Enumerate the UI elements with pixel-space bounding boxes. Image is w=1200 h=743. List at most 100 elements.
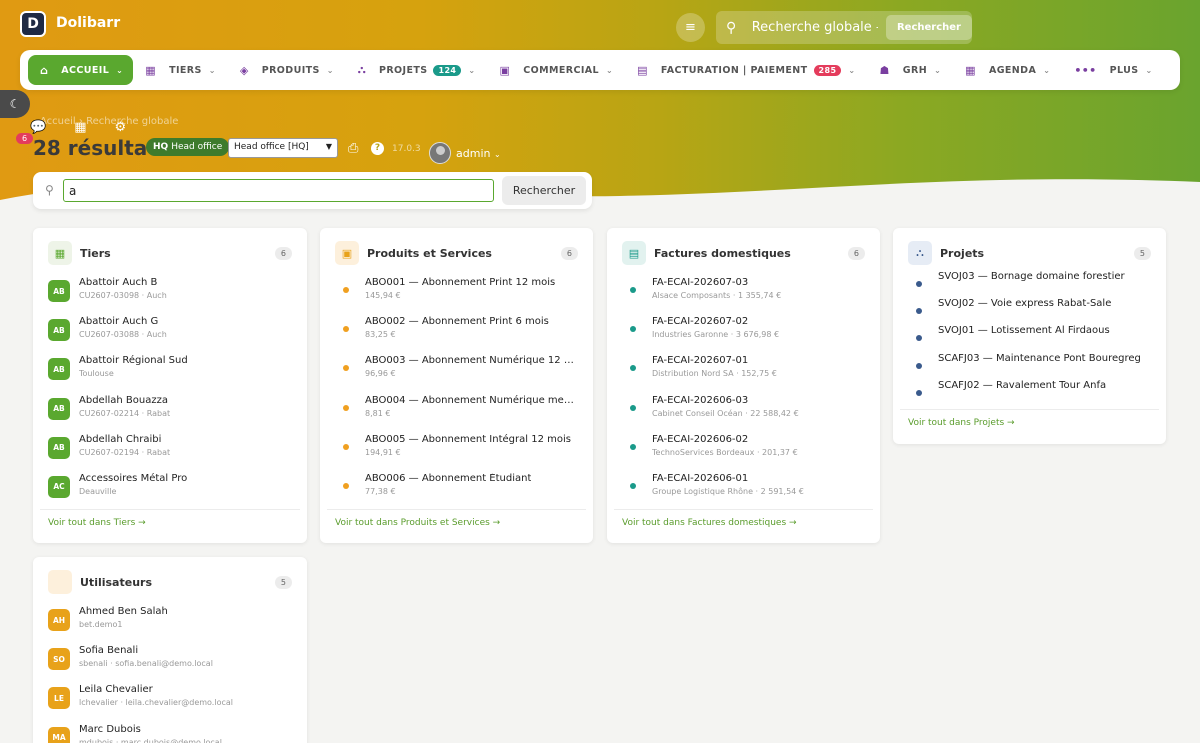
item-title[interactable]: ABO004 — Abonnement Numérique mens... [365,395,578,406]
app-logo[interactable]: D [20,11,46,37]
search-input[interactable] [63,179,494,202]
printer-icon[interactable]: ⎙ [348,141,358,156]
item-title[interactable]: Sofia Benali [79,645,213,656]
list-item[interactable]: AB Abattoir Auch B CU2607-03098 · Auch [48,277,292,316]
card-header: ⛬ Projets 5 [908,241,1151,265]
divider [900,409,1159,410]
see-all-link[interactable]: Voir tout dans Projets → [908,418,1015,428]
item-title[interactable]: ABO006 — Abonnement Étudiant [365,473,531,484]
item-title[interactable]: Abattoir Auch B [79,277,167,288]
dark-mode-toggle[interactable]: ☾ [0,90,30,118]
user-avatar[interactable] [429,142,451,164]
card-projets: ⛬ Projets 5 SVOJ03 — Bornage domaine for… [893,228,1166,444]
list-item[interactable]: AB Abattoir Régional Sud Toulouse [48,355,292,394]
list-item[interactable]: LE Leila Chevalier lchevalier · leila.chev… [48,684,292,723]
nav-item-accueil[interactable]: ⌂ ACCUEIL ⌄ [28,55,134,85]
list-item[interactable]: AC Accessoires Métal Pro Deauville [48,473,292,512]
nav-item-produits[interactable]: ◈ PRODUITS ⌄ [228,55,346,85]
see-all-link[interactable]: Voir tout dans Tiers → [48,518,146,528]
list-item[interactable]: SVOJ02 — Voie express Rabat-Sale [908,298,1151,325]
list-item[interactable]: ABO001 — Abonnement Print 12 mois 145,94 … [335,277,578,316]
item-title[interactable]: ABO003 — Abonnement Numérique 12 m... [365,355,578,366]
list-item[interactable]: AB Abattoir Auch G CU2607-03088 · Auch [48,316,292,355]
list-item[interactable]: FA-ECAI-202607-01 Distribution Nord SA · … [622,355,865,394]
list-item[interactable]: FA-ECAI-202607-02 Industries Garonne · 3 … [622,316,865,355]
list-item[interactable]: SVOJ01 — Lotissement Al Firdaous [908,325,1151,352]
search-button[interactable]: Rechercher [502,176,586,205]
item-title[interactable]: Abdellah Bouazza [79,395,170,406]
item-text: FA-ECAI-202606-02 TechnoServices Bordeaux… [652,434,798,457]
item-subtitle: 96,96 € [365,369,396,379]
status-dot [343,482,349,489]
status-dot [916,362,922,369]
nav-item-tiers[interactable]: ▦ TIERS ⌄ [133,55,228,85]
list-item[interactable]: ABO006 — Abonnement Étudiant 77,38 € [335,473,578,512]
gear-icon[interactable]: ⚙ [114,120,126,135]
user-menu[interactable]: admin ⌄ [456,147,501,160]
global-search-input[interactable]: Recherche globale — c [752,20,878,35]
item-title[interactable]: ABO002 — Abonnement Print 6 mois [365,316,549,327]
item-title[interactable]: FA-ECAI-202607-02 [652,316,779,327]
nav-item-commercial[interactable]: ▣ COMMERCIAL ⌄ [488,55,626,85]
list-item[interactable]: ABO003 — Abonnement Numérique 12 m... 96,… [335,355,578,394]
global-search-button[interactable]: Rechercher [885,15,972,40]
see-all-link[interactable]: Voir tout dans Factures domestiques → [622,518,797,528]
app-name[interactable]: Dolibarr [56,15,120,31]
list-item[interactable]: FA-ECAI-202606-02 TechnoServices Bordeaux… [622,434,865,473]
notification-badge[interactable]: 6 [16,133,34,144]
list-item[interactable]: SCAFJ03 — Maintenance Pont Bouregreg [908,353,1151,380]
item-title[interactable]: SVOJ03 — Bornage domaine forestier [938,271,1125,282]
item-title[interactable]: Leila Chevalier [79,684,233,695]
list-item[interactable]: FA-ECAI-202606-03 Cabinet Conseil Océan ·… [622,395,865,434]
item-title[interactable]: SCAFJ03 — Maintenance Pont Bouregreg [938,353,1141,364]
item-title[interactable]: SCAFJ02 — Ravalement Tour Anfa [938,380,1106,391]
card-utilisateurs: Utilisateurs 5 AH Ahmed Ben Salah bet.demo… [33,557,307,743]
list-item[interactable]: ABO002 — Abonnement Print 6 mois 83,25 € [335,316,578,355]
item-title[interactable]: Abattoir Auch G [79,316,167,327]
item-title[interactable]: Marc Dubois [79,724,222,735]
list-item[interactable]: AB Abdellah Bouazza CU2607-02214 · Rabat [48,395,292,434]
help-icon[interactable]: ? [371,142,384,155]
chat-icon[interactable]: 💬 [30,120,46,135]
entity-select[interactable]: Head office [HQ] ▼ [228,138,338,158]
see-all-label: Voir tout dans Produits et Services [335,518,490,528]
global-search[interactable]: ⚲ Recherche globale — c Rechercher [716,11,972,44]
nav-item-grh[interactable]: ☗ GRH ⌄ [868,55,954,85]
calendar-icon: ▦ [965,63,976,77]
list-item[interactable]: MA Marc Dubois mdubois · marc.dubois@demo.… [48,724,292,743]
item-title[interactable]: FA-ECAI-202607-03 [652,277,781,288]
item-title[interactable]: SVOJ01 — Lotissement Al Firdaous [938,325,1110,336]
card-count: 6 [847,246,865,260]
item-title[interactable]: Abattoir Régional Sud [79,355,188,366]
see-all-link[interactable]: Voir tout dans Produits et Services → [335,518,500,528]
calendar-icon[interactable]: ▦ [74,120,86,135]
list-item[interactable]: ABO004 — Abonnement Numérique mens... 8,8… [335,395,578,434]
item-title[interactable]: Abdellah Chraibi [79,434,170,445]
item-title[interactable]: FA-ECAI-202606-02 [652,434,798,445]
list-item[interactable]: FA-ECAI-202607-03 Alsace Composants · 1 3… [622,277,865,316]
nav-item-facturation-paiement[interactable]: ▤ FACTURATION | PAIEMENT 285 ⌄ [625,55,867,85]
nav-item-projets[interactable]: ⛬ PROJETS 124 ⌄ [346,55,488,85]
entity-badge[interactable]: HQ Head office [146,138,230,156]
list-item[interactable]: FA-ECAI-202606-01 Groupe Logistique Rhône… [622,473,865,512]
item-subtitle: 194,91 € [365,447,401,457]
list-item[interactable]: SO Sofia Benali sbenali · sofia.benali@dem… [48,645,292,684]
item-title[interactable]: SVOJ02 — Voie express Rabat-Sale [938,298,1111,309]
search-icon: ⚲ [45,183,54,197]
item-title[interactable]: Ahmed Ben Salah [79,606,168,617]
list-item[interactable]: AH Ahmed Ben Salah bet.demo1 [48,606,292,645]
list-item[interactable]: SVOJ03 — Bornage domaine forestier [908,271,1151,298]
status-dot [343,326,349,333]
menu-toggle-button[interactable]: ≡ [676,13,705,42]
nav-item-agenda[interactable]: ▦ AGENDA ⌄ [953,55,1062,85]
item-title[interactable]: FA-ECAI-202607-01 [652,355,777,366]
item-title[interactable]: ABO005 — Abonnement Intégral 12 mois [365,434,571,445]
list-item[interactable]: AB Abdellah Chraibi CU2607-02194 · Rabat [48,434,292,473]
list-item[interactable]: SCAFJ02 — Ravalement Tour Anfa [908,380,1151,407]
list-item[interactable]: ABO005 — Abonnement Intégral 12 mois 194,… [335,434,578,473]
item-title[interactable]: ABO001 — Abonnement Print 12 mois [365,277,555,288]
nav-item-plus[interactable]: ••• PLUS ⌄ [1062,55,1164,85]
item-title[interactable]: FA-ECAI-202606-03 [652,395,799,406]
item-title[interactable]: Accessoires Métal Pro [79,473,187,484]
item-title[interactable]: FA-ECAI-202606-01 [652,473,804,484]
